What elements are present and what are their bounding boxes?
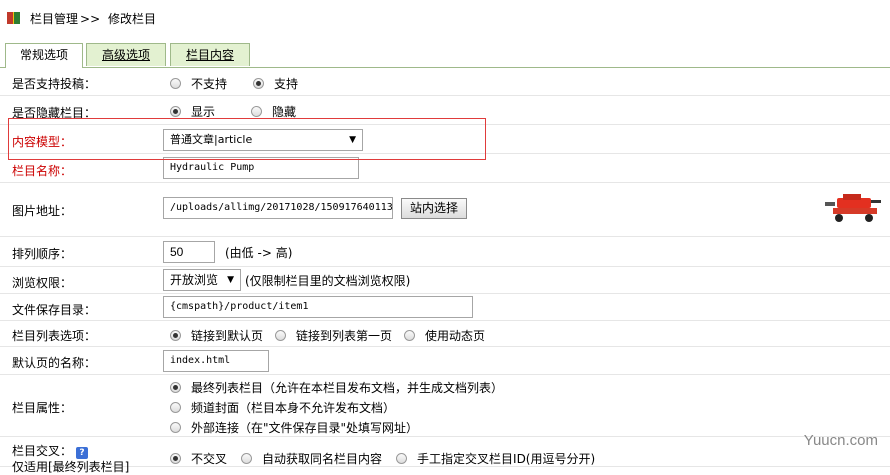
tab-general[interactable]: 常规选项 bbox=[5, 43, 83, 68]
contribute-yes-text: 支持 bbox=[274, 77, 299, 91]
attr-external-radio[interactable] bbox=[170, 422, 181, 433]
cross-label: 栏目交叉： bbox=[12, 444, 73, 458]
sort-label: 排列顺序： bbox=[12, 247, 73, 261]
sort-input[interactable]: 50 bbox=[163, 241, 215, 263]
model-select[interactable]: 普通文章|article ▼ bbox=[163, 129, 363, 151]
attr-external-text: 外部连接（在"文件保存目录"处填写网址） bbox=[191, 421, 419, 435]
cross-none-text: 不交叉 bbox=[191, 452, 228, 466]
row-savedir: 文件保存目录： {cmspath}/product/item1 bbox=[0, 294, 890, 321]
browse-select[interactable]: 开放浏览 ▼ bbox=[163, 269, 241, 291]
hidden-show-text: 显示 bbox=[191, 105, 216, 119]
category-thumbnail bbox=[823, 192, 883, 229]
book-icon bbox=[6, 11, 22, 25]
listopt-dynamic-text: 使用动态页 bbox=[425, 329, 486, 343]
cross-auto-radio[interactable] bbox=[241, 453, 253, 464]
browse-hint: (仅限制栏目里的文档浏览权限) bbox=[245, 273, 411, 288]
tab-advanced-label: 高级选项 bbox=[101, 48, 150, 62]
hidden-hide-text: 隐藏 bbox=[272, 105, 297, 119]
row-model: 内容模型： 普通文章|article ▼ bbox=[0, 125, 890, 154]
name-input[interactable]: Hydraulic Pump bbox=[163, 157, 359, 179]
row-listopt: 栏目列表选项： 链接到默认页 链接到列表第一页 使用动态页 bbox=[0, 321, 890, 347]
tab-advanced[interactable]: 高级选项 bbox=[86, 43, 166, 66]
listopt-default-text: 链接到默认页 bbox=[191, 329, 264, 343]
row-sort: 排列顺序： 50 (由低 -> 高) bbox=[0, 237, 890, 267]
browse-label: 浏览权限： bbox=[12, 276, 73, 290]
contribute-no-radio[interactable] bbox=[170, 78, 181, 89]
dropdown-arrow-icon: ▼ bbox=[349, 135, 356, 145]
contribute-yes-radio[interactable] bbox=[253, 78, 265, 89]
cross-manual-text: 手工指定交叉栏目ID(用逗号分开) bbox=[417, 452, 596, 466]
tab-bar: 常规选项 高级选项 栏目内容 bbox=[0, 43, 890, 68]
dropdown-arrow-icon: ▼ bbox=[227, 275, 234, 285]
hidden-hide-radio[interactable] bbox=[251, 106, 263, 117]
model-select-value: 普通文章|article bbox=[170, 133, 253, 146]
row-cross: 栏目交叉：? 仅适用[最终列表栏目] 不交叉 自动获取同名栏目内容 手工指定交叉… bbox=[0, 437, 890, 474]
breadcrumb-bar: 栏目管理 >> 修改栏目 bbox=[0, 0, 890, 36]
listopt-label: 栏目列表选项： bbox=[12, 329, 97, 343]
breadcrumb-current: 修改栏目 bbox=[107, 11, 156, 26]
listopt-dynamic-radio[interactable] bbox=[404, 330, 416, 341]
row-attr: 栏目属性： 最终列表栏目（允许在本栏目发布文档，并生成文档列表） 频道封面（栏目… bbox=[0, 375, 890, 437]
attr-cover-radio[interactable] bbox=[170, 402, 181, 413]
defaultpage-label: 默认页的名称： bbox=[12, 356, 97, 370]
listopt-firstpage-radio[interactable] bbox=[275, 330, 287, 341]
contribute-label: 是否支持投稿： bbox=[12, 77, 97, 91]
breadcrumb: 栏目管理 >> 修改栏目 bbox=[30, 10, 156, 27]
attr-label: 栏目属性： bbox=[12, 401, 73, 415]
attr-final-radio[interactable] bbox=[170, 382, 181, 393]
hidden-label: 是否隐藏栏目： bbox=[12, 106, 97, 120]
contribute-no-text: 不支持 bbox=[191, 77, 228, 91]
select-image-button[interactable]: 站内选择 bbox=[401, 197, 468, 219]
image-label: 图片地址： bbox=[12, 204, 73, 218]
cross-auto-text: 自动获取同名栏目内容 bbox=[262, 452, 383, 466]
breadcrumb-section[interactable]: 栏目管理 bbox=[30, 12, 78, 26]
cross-manual-radio[interactable] bbox=[396, 453, 408, 464]
row-image: 图片地址： /uploads/allimg/20171028/150917640… bbox=[0, 183, 890, 237]
tab-content-label: 栏目内容 bbox=[185, 48, 234, 62]
form: 是否支持投稿： 不支持 支持 是否隐藏栏目： 显示 隐藏 内容模型： 普通文章|… bbox=[0, 68, 890, 474]
savedir-label: 文件保存目录： bbox=[12, 303, 97, 317]
row-name: 栏目名称： Hydraulic Pump bbox=[0, 154, 890, 183]
breadcrumb-separator: >> bbox=[80, 11, 101, 26]
defaultpage-input[interactable]: index.html bbox=[163, 350, 269, 372]
row-browse: 浏览权限： 开放浏览 ▼ (仅限制栏目里的文档浏览权限) bbox=[0, 267, 890, 294]
listopt-firstpage-text: 链接到列表第一页 bbox=[296, 329, 393, 343]
sort-hint: (由低 -> 高) bbox=[225, 245, 293, 260]
row-defaultpage: 默认页的名称： index.html bbox=[0, 347, 890, 375]
attr-final-text: 最终列表栏目（允许在本栏目发布文档，并生成文档列表） bbox=[191, 381, 504, 395]
model-label: 内容模型： bbox=[12, 135, 73, 149]
row-contribute: 是否支持投稿： 不支持 支持 bbox=[0, 68, 890, 96]
hidden-show-radio[interactable] bbox=[170, 106, 181, 117]
watermark: Yuucn.com bbox=[803, 432, 878, 449]
cross-label-wrap: 栏目交叉：? bbox=[12, 442, 89, 459]
savedir-input[interactable]: {cmspath}/product/item1 bbox=[163, 296, 473, 318]
tab-content[interactable]: 栏目内容 bbox=[170, 43, 250, 66]
browse-select-value: 开放浏览 bbox=[170, 273, 219, 287]
image-url-input[interactable]: /uploads/allimg/20171028/15091764011З bbox=[163, 197, 393, 219]
tab-general-label: 常规选项 bbox=[19, 48, 68, 62]
attr-cover-text: 频道封面（栏目本身不允许发布文档） bbox=[191, 401, 396, 415]
listopt-default-radio[interactable] bbox=[170, 330, 181, 341]
row-hidden: 是否隐藏栏目： 显示 隐藏 bbox=[0, 96, 890, 125]
name-label: 栏目名称： bbox=[12, 164, 73, 178]
cross-sublabel: 仅适用[最终列表栏目] bbox=[12, 460, 130, 474]
cross-none-radio[interactable] bbox=[170, 453, 181, 464]
